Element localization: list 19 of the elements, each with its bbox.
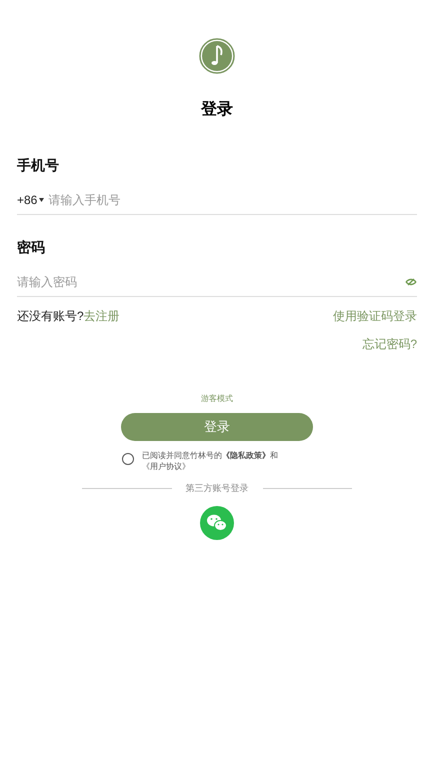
forgot-password-link[interactable]: 忘记密码? <box>362 335 417 353</box>
eye-closed-icon[interactable] <box>405 278 417 286</box>
country-code-dropdown[interactable]: +86 <box>17 191 44 209</box>
register-link[interactable]: 去注册 <box>84 309 120 323</box>
phone-input[interactable]: 请输入手机号 <box>48 191 417 209</box>
phone-label: 手机号 <box>17 156 60 175</box>
page-title: 登录 <box>201 100 233 120</box>
password-input[interactable]: 请输入密码 <box>17 273 405 291</box>
register-prompt: 还没有账号?去注册 <box>17 308 120 325</box>
wechat-icon[interactable] <box>200 506 234 540</box>
login-button[interactable]: 登录 <box>121 413 313 441</box>
caret-icon <box>39 198 44 202</box>
music-note-logo-icon <box>199 38 235 74</box>
third-party-label: 第三方账号登录 <box>186 482 248 495</box>
agreement-text: 已阅读并同意竹林号的《隐私政策》和《用户协议》 <box>142 450 279 472</box>
agreement-checkbox[interactable] <box>122 453 134 465</box>
code-login-link[interactable]: 使用验证码登录 <box>333 307 417 325</box>
password-label: 密码 <box>17 238 46 257</box>
guest-mode-link[interactable]: 游客模式 <box>201 393 233 405</box>
